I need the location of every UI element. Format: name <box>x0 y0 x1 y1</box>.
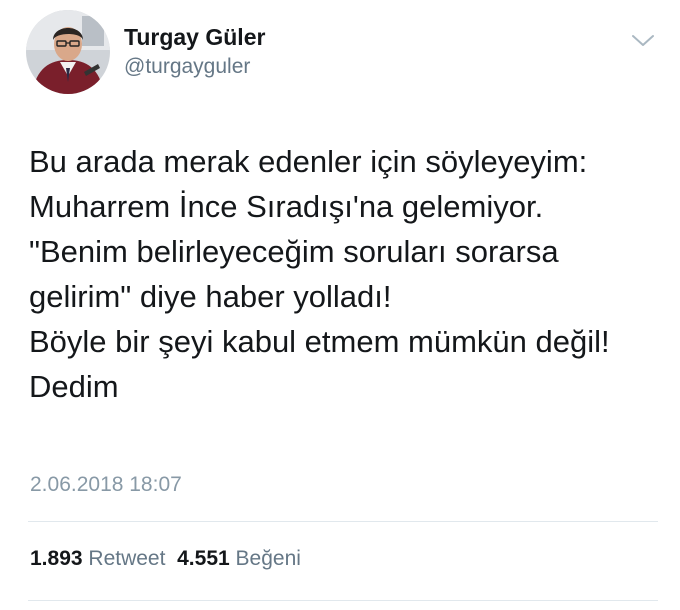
tweet-text-line: Bu arada merak edenler için söyleyeyim: <box>29 144 588 179</box>
like-count: 4.551 <box>177 547 230 570</box>
tweet-text-line: "Benim belirleyeceğim soruları sorarsa <box>29 234 559 269</box>
divider <box>28 521 658 522</box>
chevron-down-icon[interactable] <box>630 30 656 50</box>
tweet-text-line: gelirim" diye haber yolladı! <box>29 279 392 314</box>
retweet-stat[interactable]: 1.893 Retweet <box>30 547 165 570</box>
user-handle[interactable]: @turgayguler <box>124 55 250 79</box>
retweet-count: 1.893 <box>30 547 83 570</box>
tweet-text-line: Muharrem İnce Sıradışı'na gelemiyor. <box>29 189 544 224</box>
tweet-card: Turgay Güler @turgayguler Bu arada merak… <box>0 0 680 610</box>
engagement-stats: 1.893 Retweet 4.551 Beğeni <box>30 547 301 571</box>
retweet-label: Retweet <box>88 547 166 570</box>
profile-photo-icon <box>26 10 110 94</box>
timestamp[interactable]: 2.06.2018 18:07 <box>30 473 182 497</box>
avatar[interactable] <box>26 10 110 94</box>
tweet-text: Bu arada merak edenler için söyleyeyim: … <box>29 139 669 409</box>
tweet-text-line: Dedim <box>29 369 119 404</box>
like-stat[interactable]: 4.551 Beğeni <box>177 547 301 570</box>
like-label: Beğeni <box>235 547 301 570</box>
display-name[interactable]: Turgay Güler <box>124 24 265 51</box>
tweet-text-line: Böyle bir şeyi kabul etmem mümkün değil! <box>29 324 610 359</box>
divider <box>28 600 658 601</box>
